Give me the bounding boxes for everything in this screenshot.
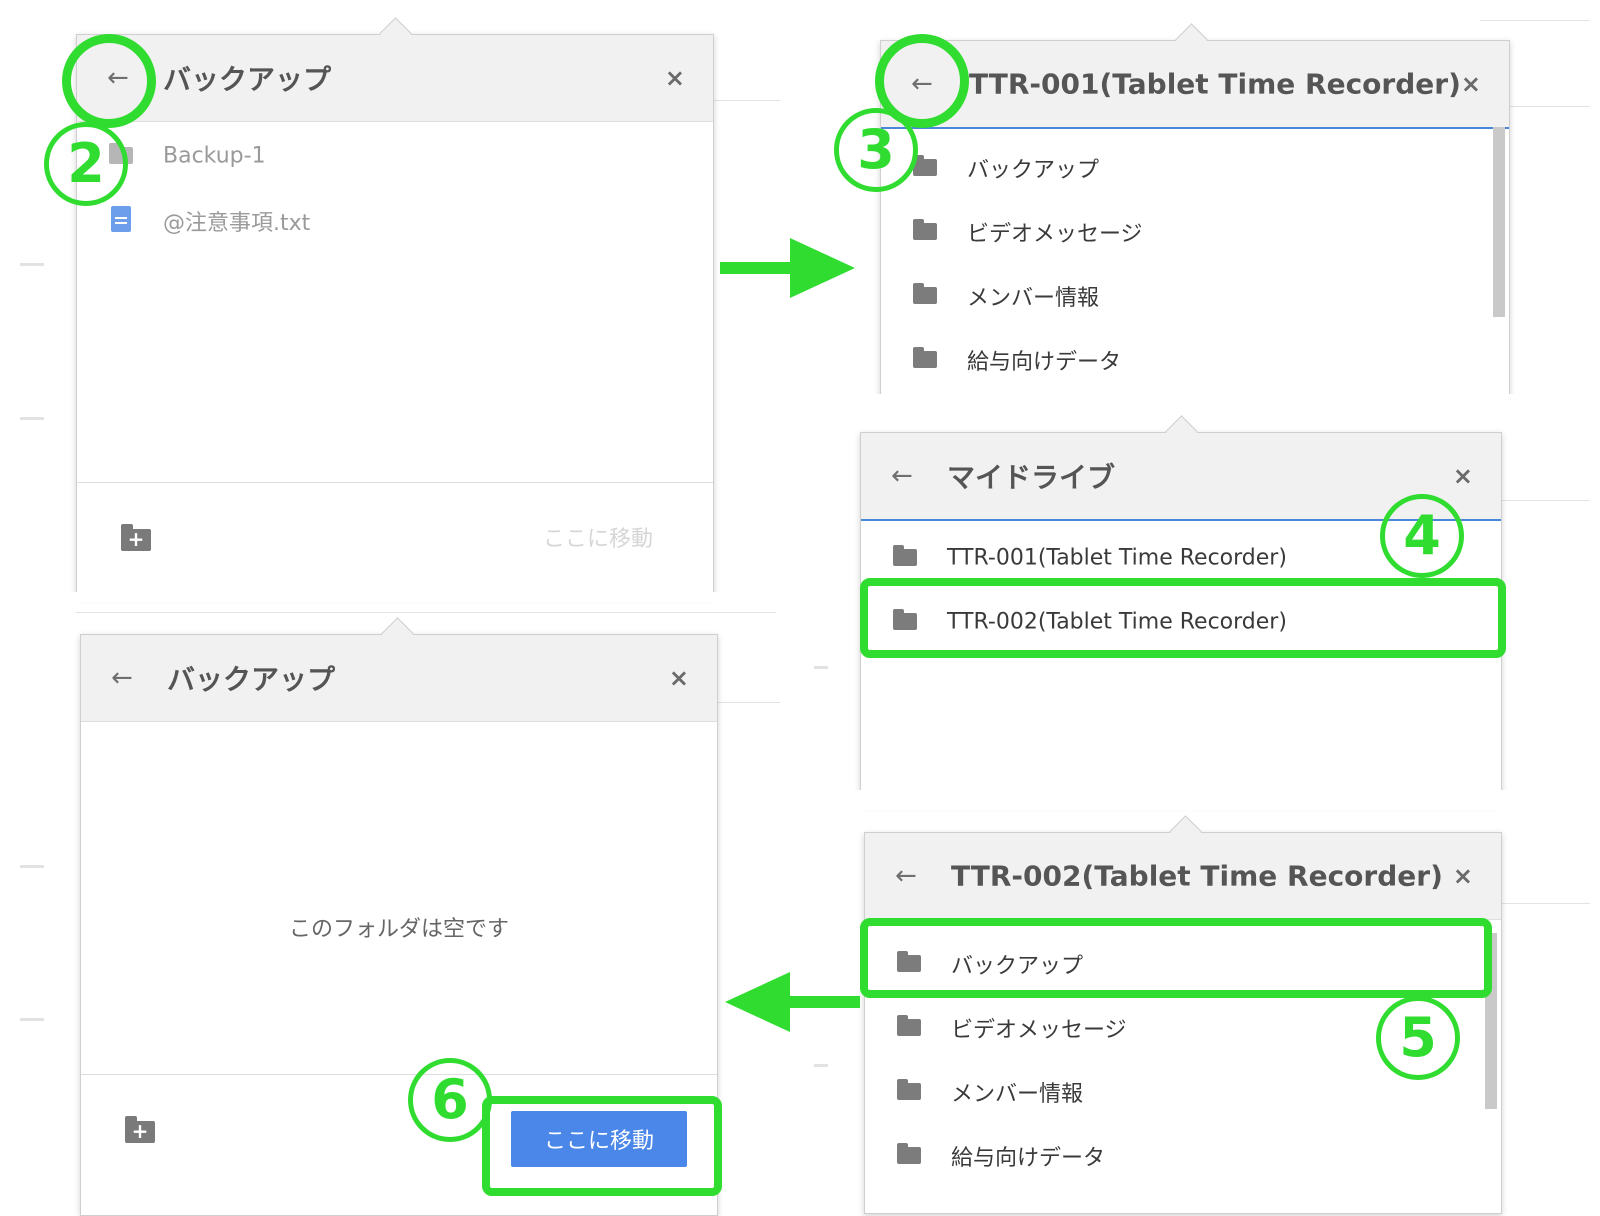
item-label: TTR-001(Tablet Time Recorder) (947, 545, 1287, 571)
dialog-title: マイドライブ (947, 461, 1116, 494)
move-dialog-ttr-001: ← TTR-001(Tablet Time Recorder) × バックアップ… (880, 40, 1510, 402)
move-dialog-my-drive: ← マイドライブ × TTR-001(Tablet Time Recorder)… (860, 432, 1502, 804)
folder-item-member-info[interactable]: メンバー情報 (881, 265, 1509, 327)
back-arrow-icon[interactable]: ← (895, 863, 917, 889)
back-arrow-icon[interactable]: ← (891, 463, 913, 489)
back-arrow-icon[interactable]: ← (911, 71, 933, 97)
back-arrow-icon[interactable]: ← (107, 65, 129, 91)
folder-icon (897, 1015, 921, 1036)
step-4-marker: 4 (1380, 494, 1464, 578)
item-label: ビデオメッセージ (967, 222, 1143, 247)
new-folder-icon[interactable]: + (125, 1116, 155, 1143)
empty-folder-message: このフォルダは空です (288, 917, 509, 942)
folder-icon (897, 1079, 921, 1100)
close-icon[interactable]: × (669, 666, 689, 690)
dialog-header: ← TTR-001(Tablet Time Recorder) × (881, 41, 1509, 129)
folder-icon (893, 609, 917, 630)
step-2-marker: 2 (44, 122, 128, 206)
dialog-footer: + ここに移動 (77, 482, 713, 595)
folder-item-ttr-002[interactable]: TTR-002(Tablet Time Recorder) (861, 591, 1501, 653)
step-3-marker: 3 (834, 108, 918, 192)
arrow-right-icon (720, 238, 855, 298)
item-label: ビデオメッセージ (951, 1018, 1127, 1043)
new-folder-icon[interactable]: + (121, 524, 151, 551)
folder-icon (913, 283, 937, 304)
close-icon[interactable]: × (665, 66, 685, 90)
close-icon[interactable]: × (1453, 464, 1473, 488)
folder-item-video-messages[interactable]: ビデオメッセージ (881, 201, 1509, 263)
folder-icon (913, 155, 937, 176)
dialog-title: バックアップ (167, 663, 336, 696)
folder-item-backup[interactable]: バックアップ (865, 933, 1501, 995)
item-label: バックアップ (967, 158, 1100, 183)
move-here-button[interactable]: ここに移動 (511, 1111, 687, 1167)
folder-icon (913, 219, 937, 240)
dialog-footer: + ここに移動 (81, 1074, 717, 1215)
move-dialog-backup-empty: ← バックアップ × このフォルダは空です + ここに移動 (80, 634, 718, 1216)
list-item-notes-file[interactable]: @注意事項.txt (77, 190, 713, 252)
folder-icon (913, 347, 937, 368)
close-icon[interactable]: × (1461, 72, 1481, 96)
folder-icon (897, 1143, 921, 1164)
step-5-marker: 5 (1376, 996, 1460, 1080)
document-icon (111, 206, 131, 232)
item-label: メンバー情報 (967, 286, 1100, 311)
arrow-left-icon (725, 972, 860, 1032)
plus-icon: + (127, 527, 145, 551)
close-icon[interactable]: × (1453, 864, 1473, 888)
item-label: バックアップ (951, 954, 1084, 979)
dialog-title: TTR-001(Tablet Time Recorder) (969, 67, 1461, 101)
plus-icon: + (131, 1119, 149, 1143)
dialog-title: TTR-002(Tablet Time Recorder) (951, 859, 1443, 893)
step-6-marker: 6 (408, 1058, 492, 1142)
item-label: メンバー情報 (951, 1082, 1084, 1107)
folder-item-backup[interactable]: バックアップ (881, 137, 1509, 199)
item-label: TTR-002(Tablet Time Recorder) (947, 609, 1287, 635)
move-here-button-disabled: ここに移動 (542, 527, 653, 552)
list-item-backup-1[interactable]: Backup-1 (77, 125, 713, 187)
item-label: @注意事項.txt (163, 211, 311, 236)
back-arrow-icon[interactable]: ← (111, 665, 133, 691)
folder-icon (893, 545, 917, 566)
folder-item-payroll-data[interactable]: 給与向けデータ (881, 329, 1509, 391)
folder-icon (897, 951, 921, 972)
item-label: 給与向けデータ (967, 350, 1122, 375)
move-dialog-backup-files: ← バックアップ × Backup-1 @注意事項.txt + ここに移動 (76, 34, 714, 596)
item-label: Backup-1 (163, 143, 266, 169)
dialog-title: バックアップ (163, 63, 332, 96)
folder-item-payroll-data[interactable]: 給与向けデータ (865, 1125, 1501, 1187)
item-label: 給与向けデータ (951, 1146, 1106, 1171)
